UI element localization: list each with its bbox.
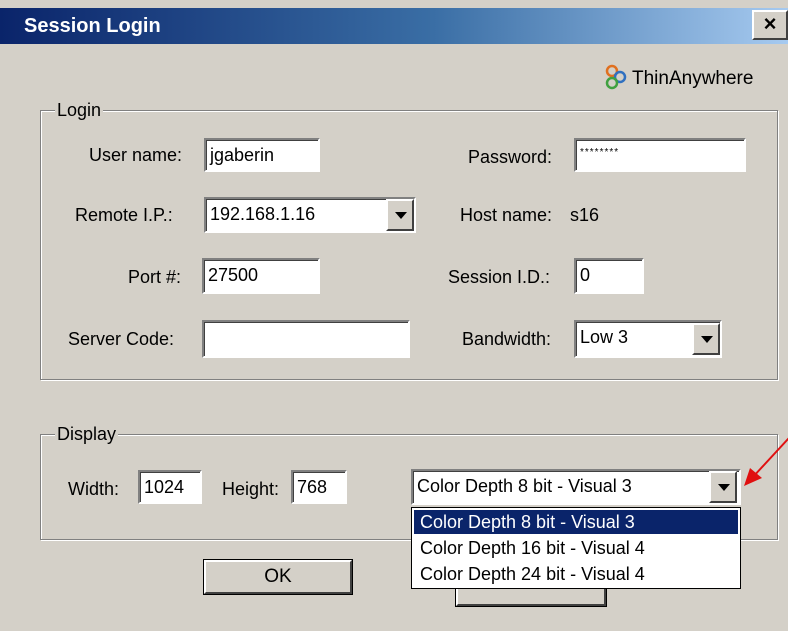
chevron-down-icon — [395, 212, 407, 219]
color-depth-combobox[interactable]: Color Depth 8 bit - Visual 3 — [411, 469, 741, 505]
password-input[interactable]: ******** — [574, 138, 746, 172]
ok-button[interactable]: OK — [204, 560, 352, 594]
username-label: User name: — [89, 145, 183, 165]
remote-ip-combobox[interactable]: 192.168.1.16 — [204, 197, 416, 233]
brand-logo: ThinAnywhere — [604, 64, 753, 94]
color-depth-option[interactable]: Color Depth 8 bit - Visual 3 — [414, 510, 738, 534]
brand-name: ThinAnywhere — [632, 68, 754, 89]
chevron-down-icon — [701, 336, 713, 343]
annotation-arrow-icon — [744, 437, 788, 486]
server-code-input[interactable] — [202, 320, 410, 358]
login-group-label: Login — [55, 99, 104, 121]
display-group-label: Display — [55, 423, 119, 445]
port-input[interactable]: 27500 — [202, 258, 320, 294]
server-code-label: Server Code: — [68, 329, 175, 349]
color-depth-option[interactable]: Color Depth 16 bit - Visual 4 — [414, 536, 738, 560]
username-input[interactable]: jgaberin — [204, 138, 320, 172]
hostname-label: Host name: — [460, 205, 553, 225]
close-button[interactable]: × — [752, 10, 788, 40]
thinanywhere-logo-icon — [604, 64, 628, 95]
width-input[interactable]: 1024 — [138, 470, 202, 504]
chevron-down-icon — [718, 484, 730, 491]
height-label: Height: — [222, 479, 280, 499]
height-input[interactable]: 768 — [291, 470, 347, 504]
title-bar[interactable]: Session Login × — [0, 8, 788, 44]
bandwidth-label: Bandwidth: — [462, 329, 552, 349]
hostname-value: s16 — [570, 205, 600, 225]
session-login-dialog: Session Login × ThinAnywhere Login User … — [0, 0, 788, 631]
bandwidth-dropdown-button[interactable] — [692, 323, 720, 355]
session-id-input[interactable]: 0 — [574, 258, 644, 294]
width-label: Width: — [68, 479, 120, 499]
session-id-label: Session I.D.: — [448, 267, 551, 287]
port-label: Port #: — [128, 267, 182, 287]
color-depth-dropdown-button[interactable] — [709, 471, 737, 503]
window-title: Session Login — [24, 15, 161, 37]
color-depth-options-list: Color Depth 8 bit - Visual 3 Color Depth… — [411, 507, 741, 589]
color-depth-option[interactable]: Color Depth 24 bit - Visual 4 — [414, 562, 738, 586]
password-label: Password: — [468, 147, 553, 167]
remote-ip-label: Remote I.P.: — [75, 205, 173, 225]
remote-ip-dropdown-button[interactable] — [386, 199, 414, 231]
